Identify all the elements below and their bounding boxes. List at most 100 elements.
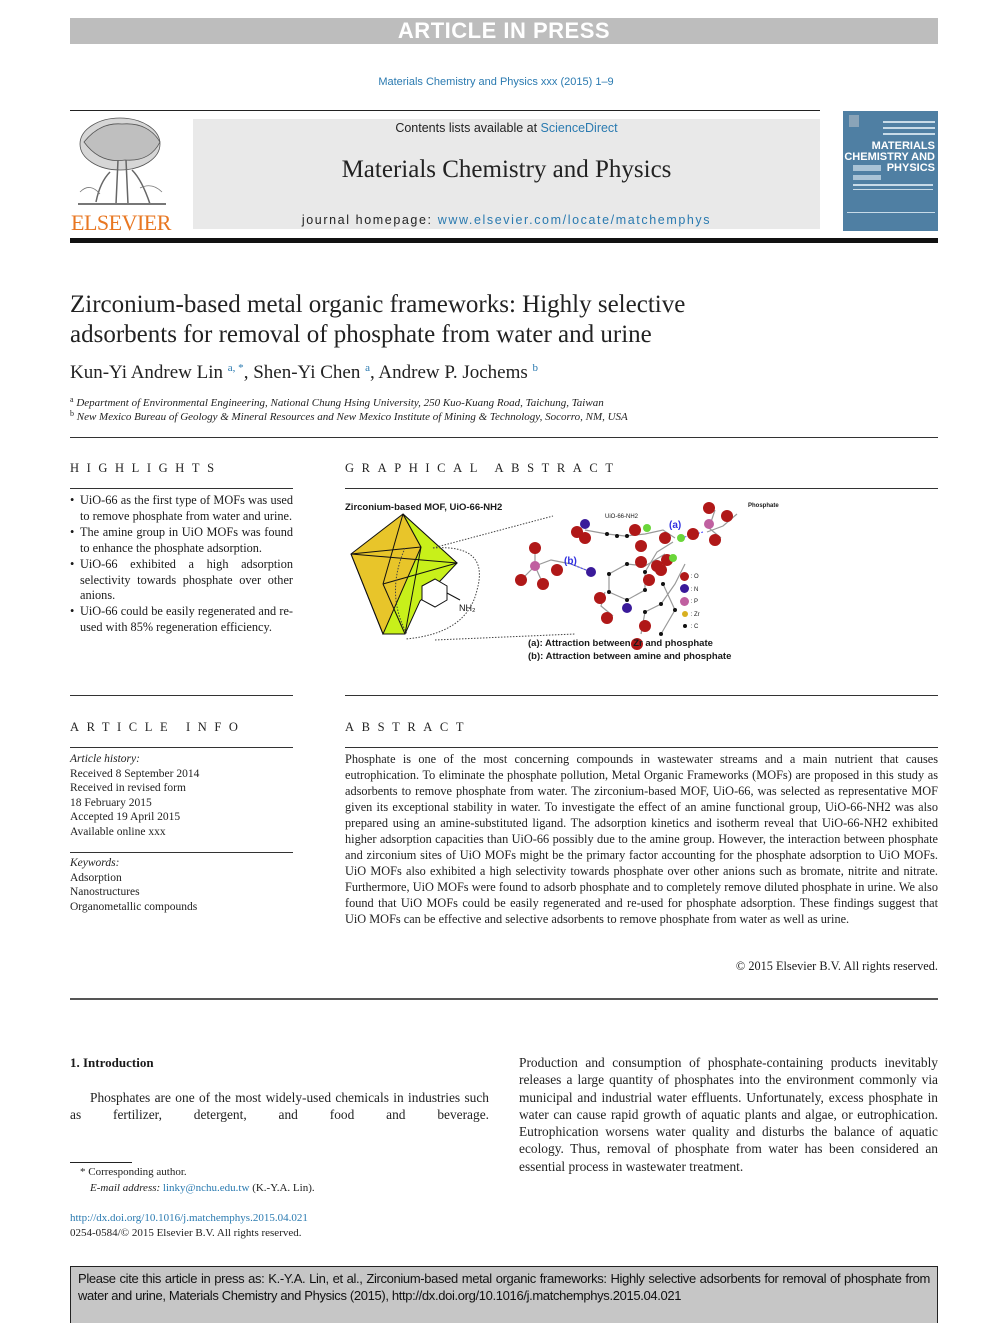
article-history: Article history: Received 8 September 20… xyxy=(70,752,199,839)
carbon-atom-icon xyxy=(682,624,687,629)
abstract-rule xyxy=(345,747,938,748)
affiliation-text: Department of Environmental Engineering,… xyxy=(76,397,604,409)
affiliation-a: a Department of Environmental Engineerin… xyxy=(70,395,604,409)
corresponding-author-note: * Corresponding author. xyxy=(80,1166,187,1178)
highlights-heading: HIGHLIGHTS xyxy=(70,461,222,475)
highlight-item: UiO-66 as the first type of MOFs was use… xyxy=(70,493,293,525)
cite-this-article-text: Please cite this article in press as: K.… xyxy=(78,1271,930,1303)
ga-phosphate-label: Phosphate xyxy=(748,503,779,509)
author-list: Kun-Yi Andrew Lin a, *, Shen-Yi Chen a, … xyxy=(70,362,539,383)
author-affiliation-mark[interactable]: b xyxy=(533,362,539,374)
journal-title: Materials Chemistry and Physics xyxy=(341,156,672,183)
header-top-rule xyxy=(70,110,820,111)
highlight-item: UiO-66 exhibited a high adsorption selec… xyxy=(70,557,293,605)
email-note: E-mail address: linky@nchu.edu.tw (K.-Y.… xyxy=(90,1182,315,1194)
ga-caption-a: (a): Attraction between Zr and phosphate xyxy=(528,638,713,649)
ga-molecule-label: UiO-66-NH2 xyxy=(605,514,639,520)
article-info-rule xyxy=(70,747,293,748)
cite-this-article-box: Please cite this article in press as: K.… xyxy=(70,1266,938,1323)
highlights-bottom-rule xyxy=(70,695,293,696)
article-title: Zirconium-based metal organic frameworks… xyxy=(70,290,790,350)
title-section-rule xyxy=(70,437,938,438)
ga-label-b: (b) xyxy=(564,556,577,567)
highlights-list: UiO-66 as the first type of MOFs was use… xyxy=(70,493,293,636)
article-title-line2: adsorbents for removal of phosphate from… xyxy=(70,321,652,348)
affiliation-mark: a xyxy=(70,395,74,404)
molecule-atoms xyxy=(515,502,733,650)
author-affiliation-mark[interactable]: a, * xyxy=(228,362,244,374)
ga-caption-b: (b): Attraction between amine and phosph… xyxy=(528,651,732,662)
header-bottom-rule xyxy=(70,238,938,243)
issn-copyright: 0254-0584/© 2015 Elsevier B.V. All right… xyxy=(70,1227,302,1239)
history-entry: Accepted 19 April 2015 xyxy=(70,811,181,823)
keyword: Organometallic compounds xyxy=(70,900,198,913)
affiliation-b: b New Mexico Bureau of Geology & Mineral… xyxy=(70,409,628,423)
cover-title-line3: PHYSICS xyxy=(886,162,935,174)
journal-cover-thumbnail[interactable]: MATERIALS CHEMISTRY AND PHYSICS xyxy=(843,111,938,231)
highlights-rule xyxy=(70,488,293,489)
legend-entry-carbon: : C xyxy=(680,621,700,634)
graphical-abstract-figure[interactable]: NH₂ Zirconium-based MOF, UiO-66-NH2 UiO-… xyxy=(345,494,938,674)
highlight-item: UiO-66 could be easily regenerated and r… xyxy=(70,604,293,636)
legend-entry-phosphorus: : P xyxy=(680,596,700,609)
front-matter-bottom-rule xyxy=(70,998,938,1000)
nh2-label: NH₂ xyxy=(459,603,476,613)
introduction-heading: 1. Introduction xyxy=(70,1055,154,1070)
journal-citation-link[interactable]: Materials Chemistry and Physics xxx (201… xyxy=(0,76,992,88)
email-link[interactable]: linky@nchu.edu.tw xyxy=(163,1182,250,1194)
graphical-abstract-heading: GRAPHICAL ABSTRACT xyxy=(345,461,621,475)
zirconium-atom-icon xyxy=(681,610,688,617)
history-entry: 18 February 2015 xyxy=(70,796,152,809)
introduction-right-paragraph: Production and consumption of phosphate-… xyxy=(519,1055,938,1174)
cover-title-line1: MATERIALS xyxy=(871,140,935,152)
abstract-copyright: © 2015 Elsevier B.V. All rights reserved… xyxy=(735,959,938,973)
doi-link[interactable]: http://dx.doi.org/10.1016/j.matchemphys.… xyxy=(70,1212,308,1224)
journal-homepage: journal homepage: www.elsevier.com/locat… xyxy=(193,213,820,227)
email-label: E-mail address: xyxy=(90,1182,163,1194)
keywords-rule xyxy=(70,852,293,853)
ga-atom-legend: : O : N : P : Zr : C xyxy=(680,571,700,634)
history-entry: Received 8 September 2014 xyxy=(70,767,200,780)
keywords-label: Keywords: xyxy=(70,857,120,869)
homepage-prefix: journal homepage: xyxy=(301,213,438,227)
ga-figure-title: Zirconium-based MOF, UiO-66-NH2 xyxy=(345,502,503,513)
author-name[interactable]: Kun-Yi Andrew Lin xyxy=(70,362,223,383)
keyword: Nanostructures xyxy=(70,886,140,898)
cover-title-line2: CHEMISTRY AND xyxy=(844,151,935,163)
affiliation-mark: b xyxy=(70,409,74,418)
author-name[interactable]: Shen-Yi Chen xyxy=(253,362,360,383)
history-entry: Available online xxx xyxy=(70,825,166,838)
oxygen-atom-icon xyxy=(680,571,689,581)
contents-line: Contents lists available at ScienceDirec… xyxy=(193,121,820,135)
keyword: Adsorption xyxy=(70,871,122,884)
homepage-link[interactable]: www.elsevier.com/locate/matchemphys xyxy=(438,213,711,227)
history-entry: Received in revised form xyxy=(70,782,186,794)
legend-entry-nitrogen: : N xyxy=(680,584,700,597)
email-suffix: (K.-Y.A. Lin). xyxy=(249,1182,315,1194)
author-affiliation-mark[interactable]: a xyxy=(365,362,370,374)
ga-label-a: (a) xyxy=(669,520,682,531)
graphical-abstract-bottom-rule xyxy=(345,695,938,696)
keywords: Keywords: Adsorption Nanostructures Orga… xyxy=(70,856,197,914)
highlight-item: The amine group in UiO MOFs was found to… xyxy=(70,525,293,557)
graphical-abstract-rule xyxy=(345,488,938,489)
sciencedirect-link[interactable]: ScienceDirect xyxy=(541,121,618,135)
phosphorus-atom-icon xyxy=(680,596,689,606)
contents-prefix: Contents lists available at xyxy=(395,121,541,135)
article-info-heading: ARTICLE INFO xyxy=(70,720,246,734)
legend-entry-oxygen: : O xyxy=(680,571,700,584)
introduction-left-paragraph: Phosphates are one of the most widely-us… xyxy=(70,1090,489,1123)
article-history-label: Article history: xyxy=(70,753,140,765)
legend-entry-zirconium: : Zr xyxy=(680,609,700,622)
nitrogen-atom-icon xyxy=(680,584,689,594)
cover-logo-icon xyxy=(849,115,859,127)
elsevier-wordmark: ELSEVIER xyxy=(71,210,171,235)
article-in-press-banner: ARTICLE IN PRESS xyxy=(70,18,938,44)
footnote-rule xyxy=(70,1162,132,1163)
mof-octahedron-icon xyxy=(350,513,461,635)
article-title-line1: Zirconium-based metal organic frameworks… xyxy=(70,291,686,318)
affiliation-text: New Mexico Bureau of Geology & Mineral R… xyxy=(76,411,628,423)
abstract-heading: ABSTRACT xyxy=(345,720,472,734)
abstract-text: Phosphate is one of the most concerning … xyxy=(345,752,938,926)
author-name[interactable]: Andrew P. Jochems xyxy=(378,362,527,383)
